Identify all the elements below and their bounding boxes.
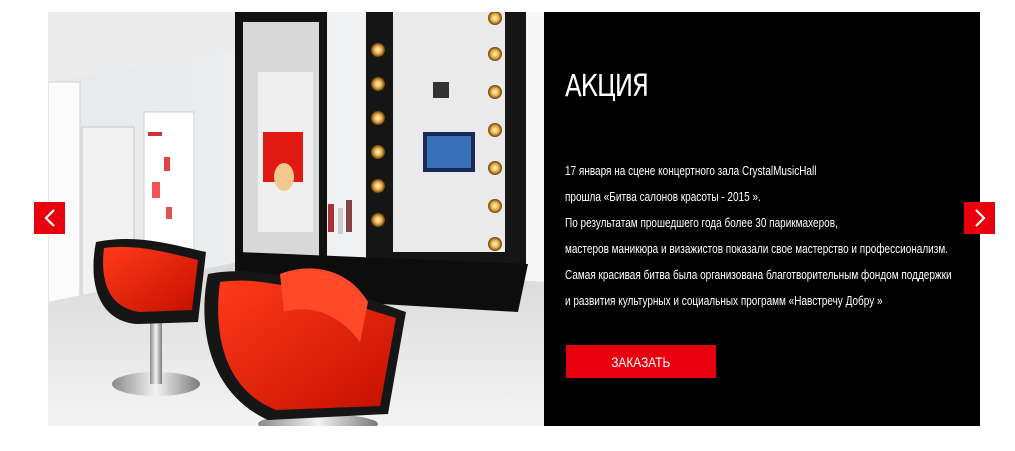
promo-text-line: мастеров маникюра и визажистов показали … <box>565 242 949 256</box>
chevron-left-icon <box>43 209 55 227</box>
slider-prev-button[interactable] <box>34 202 65 234</box>
order-button[interactable]: ЗАКАЗАТЬ <box>566 345 716 378</box>
promo-text-line: и развития культурных и социальных прогр… <box>565 294 883 308</box>
promo-text-line: 17 января на сцене концертного зала Crys… <box>565 164 817 178</box>
order-button-label: ЗАКАЗАТЬ <box>611 353 671 370</box>
chevron-right-icon <box>974 209 986 227</box>
promo-text-line: прошла «Битва салонов красоты - 2015 ». <box>565 190 761 204</box>
promo-text-line: По результатам прошедшего года более 30 … <box>565 216 838 230</box>
slider-next-button[interactable] <box>964 202 995 234</box>
promo-text-line: Самая красивая битва была организована б… <box>565 268 952 282</box>
promo-slider: АКЦИЯ 17 января на сцене концертного зал… <box>48 12 980 426</box>
promo-description: 17 января на сцене концертного зала Crys… <box>565 158 980 314</box>
salon-photo <box>48 12 544 426</box>
promo-panel: АКЦИЯ 17 января на сцене концертного зал… <box>544 12 980 426</box>
promo-title: АКЦИЯ <box>565 69 649 104</box>
